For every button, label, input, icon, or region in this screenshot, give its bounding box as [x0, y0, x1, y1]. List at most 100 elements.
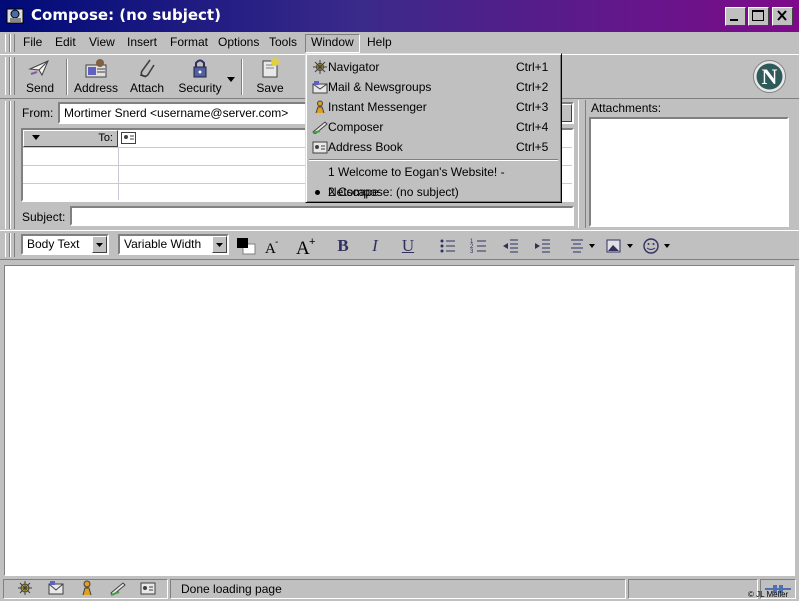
message-body[interactable]: [4, 265, 795, 576]
menu-item-navigator[interactable]: Navigator Ctrl+1: [309, 57, 558, 77]
composer-icon: [312, 120, 328, 135]
insert-object-button[interactable]: [605, 236, 635, 256]
security-button[interactable]: Security: [176, 57, 224, 97]
svg-text:+: +: [309, 236, 315, 248]
font-dropdown-icon[interactable]: [212, 236, 227, 253]
header-grip-2[interactable]: [10, 101, 15, 229]
menu-item-instant-messenger[interactable]: Instant Messenger Ctrl+3: [309, 97, 558, 117]
address-book-label: Address Book: [328, 140, 403, 154]
lock-icon: [176, 57, 224, 79]
status-bar: Done loading page © JL Meller: [0, 576, 799, 601]
underline-button[interactable]: U: [396, 236, 420, 256]
paragraph-style-select[interactable]: Body Text: [21, 234, 109, 255]
mail-status-icon[interactable]: [47, 580, 65, 596]
insert-smiley-button[interactable]: [642, 236, 672, 256]
close-button[interactable]: [772, 7, 793, 26]
attachments-label: Attachments:: [591, 101, 662, 115]
netscape-logo[interactable]: N: [753, 60, 786, 93]
app-icon[interactable]: [6, 6, 26, 26]
to-label: To:: [98, 132, 113, 144]
menu-view[interactable]: View: [84, 34, 120, 51]
italic-icon: I: [372, 236, 378, 255]
menu-item-composer[interactable]: Composer Ctrl+4: [309, 117, 558, 137]
navigator-shortcut: Ctrl+1: [516, 60, 549, 74]
numbered-list-icon: 123: [470, 239, 486, 254]
recipient-type-select[interactable]: To:: [23, 130, 118, 147]
subject-input[interactable]: [70, 206, 574, 226]
window-menu-dropdown: Navigator Ctrl+1 Mail & Newsgroups Ctrl+…: [305, 53, 562, 203]
menu-item-window-2[interactable]: 2 Compose: (no subject): [309, 182, 558, 202]
save-button[interactable]: Save: [250, 57, 290, 97]
address-icon: [73, 57, 119, 79]
send-label: Send: [25, 81, 55, 95]
mail-newsgroups-label: Mail & Newsgroups: [328, 80, 432, 94]
instant-messenger-status-icon[interactable]: [78, 580, 96, 596]
mail-newsgroups-shortcut: Ctrl+2: [516, 80, 549, 94]
menu-help[interactable]: Help: [362, 34, 397, 51]
alignment-button[interactable]: [568, 236, 598, 256]
indent-icon: [535, 239, 550, 253]
credit-text: © JL Meller: [748, 590, 789, 599]
menu-item-mail-newsgroups[interactable]: Mail & Newsgroups Ctrl+2: [309, 77, 558, 97]
larger-font-button[interactable]: A +: [294, 236, 320, 256]
mail-newsgroups-icon: [312, 80, 328, 94]
menu-options[interactable]: Options: [213, 34, 264, 51]
decrease-font-icon: A-: [265, 237, 278, 256]
bullet-list-button[interactable]: [437, 236, 459, 256]
text-color-button[interactable]: [234, 236, 258, 256]
address-label: Address: [73, 81, 119, 95]
paragraph-style-value: Body Text: [27, 237, 80, 251]
attach-button[interactable]: Attach: [127, 57, 167, 97]
menu-tools[interactable]: Tools: [264, 34, 302, 51]
instant-messenger-shortcut: Ctrl+3: [516, 100, 549, 114]
address-book-status-icon[interactable]: [139, 580, 157, 596]
smiley-icon: [643, 238, 670, 254]
toolbar-grip-2[interactable]: [10, 57, 15, 95]
italic-button[interactable]: I: [363, 236, 387, 256]
outdent-button[interactable]: [500, 236, 522, 256]
font-select[interactable]: Variable Width: [118, 234, 229, 255]
composer-label: Composer: [328, 120, 384, 134]
format-grip-2[interactable]: [10, 233, 15, 257]
navigator-status-icon[interactable]: [16, 580, 34, 596]
menu-separator: [309, 159, 558, 161]
menu-item-address-book[interactable]: Address Book Ctrl+5: [309, 137, 558, 157]
bold-icon: B: [337, 236, 349, 255]
font-value: Variable Width: [124, 237, 202, 251]
menu-insert[interactable]: Insert: [122, 34, 162, 51]
smaller-font-button[interactable]: A-: [262, 236, 286, 256]
bold-button[interactable]: B: [331, 236, 355, 256]
instant-messenger-icon: [312, 100, 328, 114]
menu-file[interactable]: File: [18, 34, 47, 51]
menu-window[interactable]: Window: [305, 34, 360, 53]
composer-status-icon[interactable]: [109, 580, 127, 596]
send-icon: [20, 57, 60, 79]
address-book-shortcut: Ctrl+5: [516, 140, 549, 154]
attachments-list[interactable]: [589, 117, 789, 227]
menu-edit[interactable]: Edit: [50, 34, 81, 51]
paragraph-style-dropdown-icon[interactable]: [92, 236, 107, 253]
from-value: Mortimer Snerd <username@server.com>: [64, 106, 289, 120]
minimize-button[interactable]: [725, 7, 746, 26]
menu-bar: File Edit View Insert Format Options Too…: [0, 32, 799, 54]
insert-image-icon: [606, 239, 633, 253]
bullet-list-icon: [440, 239, 455, 253]
svg-text:A: A: [296, 238, 310, 256]
menu-format[interactable]: Format: [165, 34, 213, 51]
title-bar[interactable]: Compose: (no subject): [0, 0, 799, 32]
address-button[interactable]: Address: [73, 57, 119, 97]
send-button[interactable]: Send: [20, 57, 60, 97]
numbered-list-button[interactable]: 123: [468, 236, 490, 256]
security-dropdown-icon[interactable]: [227, 72, 236, 86]
security-label: Security: [178, 81, 222, 95]
attachments-splitter[interactable]: [578, 100, 586, 228]
menubar-grip-2[interactable]: [10, 34, 15, 52]
status-text: Done loading page: [181, 582, 282, 596]
recipient-type-dropdown-icon: [32, 135, 40, 140]
maximize-button[interactable]: [748, 7, 769, 26]
toolbar-separator: [66, 59, 68, 95]
address-card-icon: [121, 132, 136, 144]
subject-label: Subject:: [22, 210, 66, 224]
menu-item-window-1[interactable]: 1 Welcome to Eogan's Website! - Netscape: [309, 162, 558, 199]
indent-button[interactable]: [532, 236, 554, 256]
